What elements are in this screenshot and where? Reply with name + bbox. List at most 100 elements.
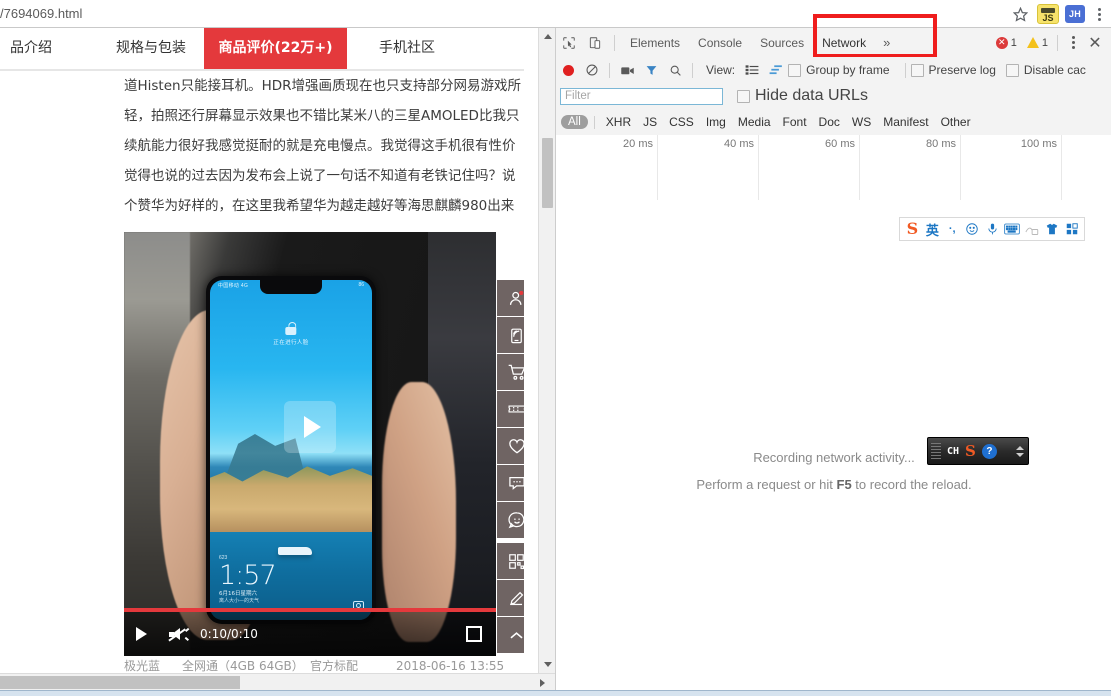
h-scrollbar-thumb[interactable] bbox=[0, 676, 240, 689]
video-play-overlay-button[interactable] bbox=[284, 401, 336, 453]
ime-mode-label[interactable]: CH bbox=[947, 446, 959, 457]
timeline-tick-label: 60 ms bbox=[825, 138, 855, 150]
filter-icon[interactable] bbox=[639, 57, 663, 83]
tab-phone-community[interactable]: 手机社区 bbox=[347, 28, 467, 69]
language-mode-label: 英 bbox=[925, 223, 939, 239]
tab-sources[interactable]: Sources bbox=[751, 29, 813, 57]
scroll-right-arrow[interactable] bbox=[534, 674, 551, 691]
page-content: 品介绍 规格与包装 商品评价(22万+) 手机社区 道Histen只能接耳机。H… bbox=[0, 28, 524, 673]
video-time-display: 0:10/0:10 bbox=[200, 627, 258, 641]
capture-screenshots-icon[interactable] bbox=[615, 57, 639, 83]
hide-data-urls-checkbox[interactable]: Hide data URLs bbox=[737, 87, 868, 105]
address-bar-url[interactable]: /7694069.html bbox=[0, 4, 300, 24]
rail-item-feedback[interactable] bbox=[497, 502, 524, 539]
sogou-logo-icon[interactable]: S bbox=[904, 219, 921, 239]
scroll-up-arrow[interactable] bbox=[539, 28, 556, 45]
rail-item-top[interactable] bbox=[497, 617, 524, 654]
review-video-player[interactable]: 中国移动 4G 86 正在进行人脸 623 1:57 6月16日星期六 离人大小… bbox=[124, 232, 496, 656]
record-button[interactable] bbox=[556, 57, 580, 83]
ime-drag-handle[interactable] bbox=[931, 443, 941, 459]
video-play-button[interactable] bbox=[124, 627, 158, 641]
clear-icon[interactable] bbox=[580, 57, 604, 83]
video-mute-button[interactable] bbox=[158, 627, 194, 641]
jh-extension-icon[interactable]: JH bbox=[1065, 5, 1085, 23]
tab-network[interactable]: Network bbox=[813, 29, 875, 57]
type-filter-other[interactable]: Other bbox=[935, 115, 977, 129]
language-mode-button[interactable]: 英 bbox=[924, 219, 941, 239]
page-horizontal-scrollbar[interactable] bbox=[0, 673, 555, 691]
network-timeline-overview[interactable]: 20 ms 40 ms 60 ms 80 ms 100 ms bbox=[556, 135, 1111, 201]
warning-count-badge[interactable]: 1 bbox=[1020, 37, 1048, 49]
type-filter-ws[interactable]: WS bbox=[846, 115, 877, 129]
punctuation-icon[interactable]: ·, bbox=[944, 219, 961, 239]
tab-specs-packaging[interactable]: 规格与包装 bbox=[86, 28, 216, 69]
sogou-logo-icon[interactable]: S bbox=[965, 443, 976, 459]
empty-state-line2: Perform a request or hit F5 to record th… bbox=[556, 477, 1111, 492]
warning-count: 1 bbox=[1041, 36, 1048, 49]
skin-icon[interactable] bbox=[1043, 219, 1060, 239]
devtools-close-button[interactable]: ✕ bbox=[1082, 31, 1108, 55]
ime-status-floating-bar[interactable]: CH S ? bbox=[927, 437, 1029, 465]
disable-cache-checkbox[interactable]: Disable cac bbox=[1005, 63, 1086, 77]
list-view-icon[interactable] bbox=[740, 57, 764, 83]
tab-console[interactable]: Console bbox=[689, 29, 751, 57]
devtools-tabbar-right: ✕ 1 1 ✕ bbox=[995, 31, 1111, 55]
type-filter-doc[interactable]: Doc bbox=[813, 115, 846, 129]
timeline-tick: 100 ms bbox=[960, 135, 1062, 200]
toolbox-icon[interactable] bbox=[1063, 219, 1080, 239]
video-fullscreen-button[interactable] bbox=[466, 626, 482, 642]
scroll-down-arrow[interactable] bbox=[539, 656, 556, 673]
type-filter-xhr[interactable]: XHR bbox=[600, 115, 637, 129]
voice-input-icon[interactable] bbox=[984, 219, 1001, 239]
toggle-device-toolbar-icon[interactable] bbox=[582, 29, 608, 57]
tab-elements[interactable]: Elements bbox=[621, 29, 689, 57]
devtools-settings-icon[interactable] bbox=[1064, 32, 1082, 54]
tabbar-divider-2 bbox=[1057, 34, 1058, 51]
timeline-tick: 60 ms bbox=[758, 135, 860, 200]
filter-input[interactable] bbox=[560, 87, 723, 105]
preserve-log-checkbox[interactable]: Preserve log bbox=[910, 63, 996, 77]
tab-product-reviews[interactable]: 商品评价(22万+) bbox=[204, 28, 347, 69]
network-filter-bar: Hide data URLs bbox=[556, 83, 1111, 109]
inspect-element-icon[interactable] bbox=[556, 29, 582, 57]
scrollbar-thumb[interactable] bbox=[542, 138, 553, 208]
soft-keyboard-icon[interactable] bbox=[1003, 219, 1020, 239]
rail-item-favorite[interactable] bbox=[497, 428, 524, 465]
search-icon[interactable] bbox=[663, 57, 687, 83]
video-controls: 0:10/0:10 bbox=[124, 612, 496, 656]
error-count-badge[interactable]: ✕ 1 bbox=[995, 36, 1017, 49]
tab-product-intro[interactable]: 品介绍 bbox=[0, 28, 86, 69]
rail-item-cart[interactable] bbox=[497, 354, 524, 391]
ime-expand-arrows[interactable] bbox=[1016, 445, 1024, 457]
type-filter-css[interactable]: CSS bbox=[663, 115, 700, 129]
ime-help-icon[interactable]: ? bbox=[981, 443, 997, 459]
resource-type-filters: All XHR JS CSS Img Media Font Doc WS Man… bbox=[556, 109, 1111, 136]
type-filter-all[interactable]: All bbox=[561, 115, 588, 129]
bookmark-star-icon[interactable] bbox=[1009, 3, 1031, 25]
rail-item-coupon[interactable] bbox=[497, 391, 524, 428]
handwriting-icon[interactable] bbox=[1023, 219, 1040, 239]
type-filter-js[interactable]: JS bbox=[637, 115, 663, 129]
phone-lock-indicator: 正在进行人脸 bbox=[273, 322, 308, 346]
review-line: 轻，拍照还行屏幕显示效果也不错比某米八的三星AMOLED比我只 bbox=[124, 108, 520, 124]
rail-item-account[interactable] bbox=[497, 280, 524, 317]
js-extension-icon[interactable]: JS bbox=[1037, 4, 1059, 24]
emoji-icon[interactable] bbox=[964, 219, 981, 239]
rail-item-mobile[interactable] bbox=[497, 317, 524, 354]
type-filter-media[interactable]: Media bbox=[732, 115, 777, 129]
browser-menu-icon[interactable] bbox=[1091, 3, 1107, 25]
rail-item-message[interactable] bbox=[497, 465, 524, 502]
waterfall-view-icon[interactable] bbox=[764, 57, 788, 83]
warning-icon bbox=[1026, 37, 1039, 48]
type-filter-manifest[interactable]: Manifest bbox=[877, 115, 934, 129]
rail-item-edit[interactable] bbox=[497, 580, 524, 617]
video-hand-right bbox=[382, 382, 456, 642]
timeline-tick-label: 40 ms bbox=[724, 138, 754, 150]
type-filter-img[interactable]: Img bbox=[700, 115, 732, 129]
more-tabs-icon[interactable]: » bbox=[875, 35, 898, 50]
type-filter-font[interactable]: Font bbox=[777, 115, 813, 129]
page-vertical-scrollbar[interactable] bbox=[538, 28, 556, 673]
group-by-frame-checkbox[interactable]: Group by frame bbox=[788, 63, 890, 77]
review-line: 道Histen只能接耳机。HDR增强画质现在也只支持部分网易游戏所 bbox=[124, 78, 522, 94]
rail-item-qrcode[interactable] bbox=[497, 543, 524, 580]
